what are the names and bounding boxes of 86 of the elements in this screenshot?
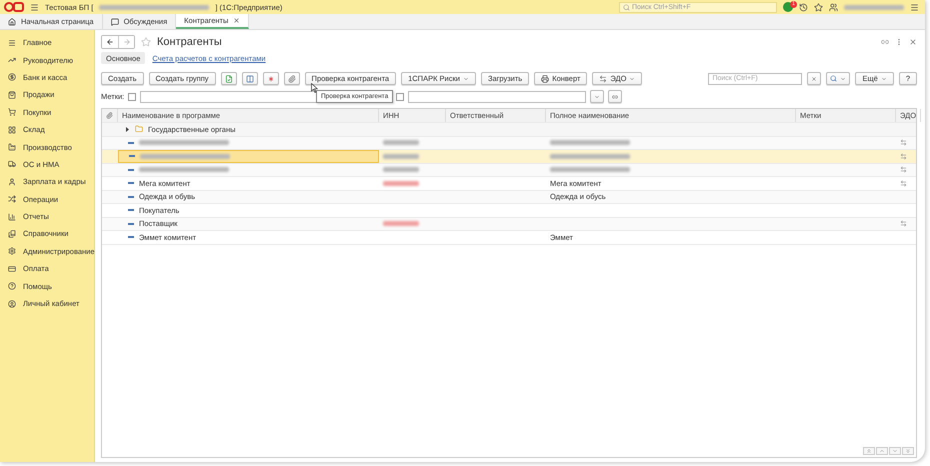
- search-icon: [830, 75, 838, 82]
- asterisk-icon: [266, 74, 275, 82]
- caret-icon: [880, 76, 887, 82]
- exchange-icon: [900, 180, 907, 187]
- clear-button[interactable]: [807, 72, 822, 85]
- books-icon: [8, 230, 16, 238]
- shuffle-icon: [8, 195, 16, 204]
- paperclip-icon: [288, 74, 296, 82]
- trend-line-icon: [8, 56, 16, 64]
- settings-icon: [8, 247, 16, 256]
- scroll-bottom-button[interactable]: [902, 447, 914, 455]
- exchange-icon: [900, 139, 907, 146]
- toolbar-button[interactable]: [220, 72, 237, 85]
- table-row[interactable]: [102, 164, 916, 177]
- bag-icon: [8, 90, 16, 99]
- arrow-left-icon: [106, 38, 114, 46]
- history-icon: [799, 2, 808, 12]
- search-button[interactable]: [826, 72, 850, 85]
- users-icon: [829, 2, 838, 12]
- item-icon: [128, 182, 134, 184]
- logo-icon: [4, 2, 24, 12]
- close-icon: [233, 17, 240, 24]
- coin-icon: [8, 73, 16, 82]
- expand-caret-icon[interactable]: [125, 126, 130, 132]
- redacted-text: [844, 4, 904, 10]
- checkbox[interactable]: [128, 92, 136, 100]
- caret-icon: [840, 76, 846, 82]
- arrow-right-icon: [122, 38, 130, 46]
- toolbar-button[interactable]: [242, 72, 258, 85]
- item-icon: [128, 168, 134, 171]
- table-row[interactable]: [102, 136, 916, 150]
- exchange-icon: [900, 166, 907, 174]
- double-chevron-down-icon: [905, 448, 911, 454]
- scroll-down-button[interactable]: [889, 447, 901, 455]
- link-icon: [612, 94, 618, 100]
- caret-icon: [594, 94, 600, 100]
- printer-icon: [541, 74, 550, 82]
- cart-icon: [8, 108, 16, 116]
- search-icon: [623, 4, 630, 10]
- toolbar-button[interactable]: [262, 72, 279, 85]
- truck-icon: [8, 160, 16, 168]
- columns-icon: [246, 74, 254, 82]
- dropdown-button[interactable]: [590, 90, 604, 103]
- link-icon: [881, 38, 889, 46]
- item-icon: [129, 155, 135, 158]
- document-check-icon: [224, 74, 233, 82]
- close-icon: [909, 38, 917, 46]
- form-title: Контрагенты: [157, 36, 222, 48]
- menu-icon: [8, 38, 16, 47]
- caret-icon: [629, 76, 636, 82]
- grid-icon: [8, 126, 16, 134]
- menu-icon: [910, 2, 919, 12]
- item-icon: [128, 196, 134, 198]
- exchange-icon: [900, 220, 907, 228]
- item-icon: [128, 209, 134, 212]
- person-icon: [8, 178, 16, 186]
- filter-field[interactable]: [408, 90, 586, 102]
- chat-icon: [110, 18, 119, 26]
- scroll-top-button[interactable]: [863, 447, 875, 455]
- item-icon: [128, 236, 134, 238]
- link-button[interactable]: [608, 90, 622, 103]
- scroll-up-button[interactable]: [876, 447, 888, 455]
- star-icon: [814, 2, 823, 12]
- home-icon: [8, 18, 16, 26]
- cursor-icon: [311, 83, 318, 93]
- caret-icon: [462, 76, 469, 82]
- checkbox[interactable]: [396, 92, 404, 100]
- paperclip-icon: [106, 112, 113, 119]
- chevron-down-icon: [892, 448, 898, 454]
- menu-icon: [30, 2, 39, 12]
- folder-icon: [135, 125, 143, 134]
- help-icon: [8, 282, 16, 290]
- bar-chart-icon: [8, 212, 16, 221]
- toolbar-button[interactable]: [284, 72, 300, 85]
- table-row[interactable]: [102, 150, 916, 164]
- item-icon: [128, 222, 134, 225]
- chevron-up-icon: [879, 448, 885, 454]
- exchange-icon: [599, 74, 608, 82]
- double-chevron-up-icon: [866, 448, 872, 454]
- star-icon: [141, 37, 151, 47]
- close-icon: [811, 76, 818, 82]
- exchange-icon: [900, 152, 907, 160]
- user-circle-icon: [8, 300, 16, 308]
- factory-icon: [8, 143, 16, 152]
- card-icon: [8, 264, 16, 273]
- item-icon: [128, 142, 134, 144]
